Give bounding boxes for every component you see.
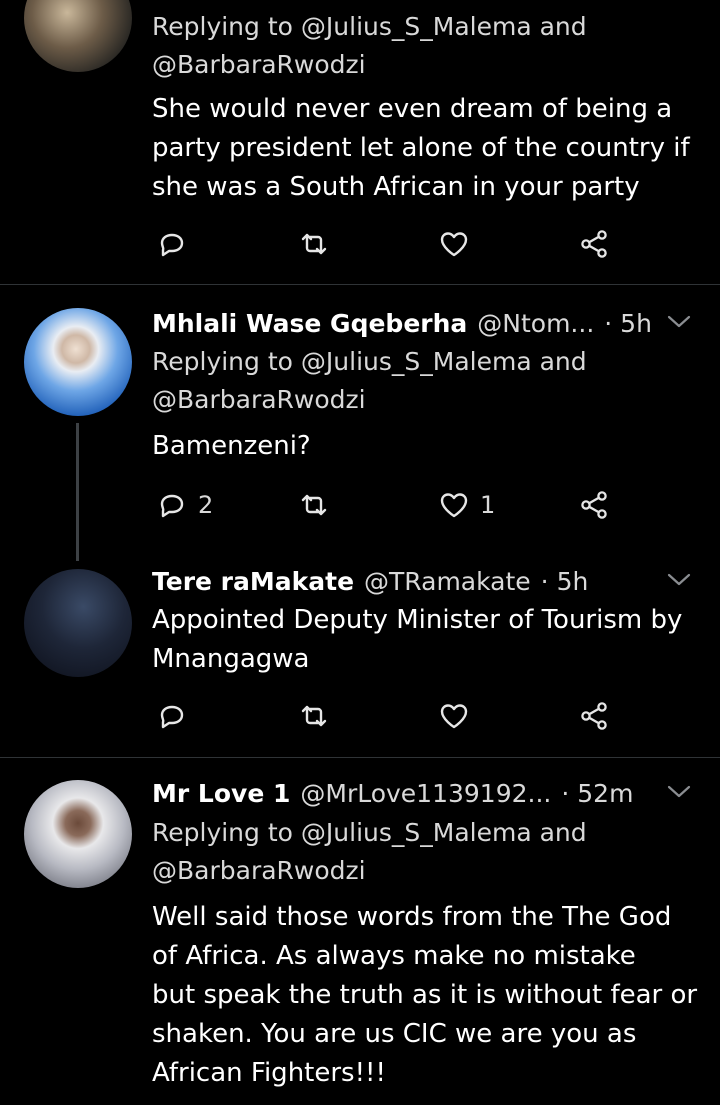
like-button[interactable] bbox=[438, 696, 480, 736]
tweet[interactable]: Mr Love 1 @MrLove1139192... · 52m Replyi… bbox=[0, 758, 720, 1105]
retweet-button[interactable] bbox=[298, 485, 330, 525]
share-button[interactable] bbox=[578, 224, 610, 264]
retweet-icon bbox=[298, 489, 330, 521]
heart-icon bbox=[438, 228, 470, 260]
retweet-button[interactable] bbox=[298, 224, 330, 264]
tweet[interactable]: Replying to @Julius_S_Malema and @Barbar… bbox=[0, 0, 720, 284]
share-icon bbox=[578, 489, 610, 521]
like-button[interactable] bbox=[438, 224, 480, 264]
retweet-icon bbox=[298, 700, 330, 732]
reply-icon bbox=[156, 489, 188, 521]
mention-link[interactable]: @BarbaraRwodzi bbox=[152, 385, 366, 414]
retweet-icon bbox=[298, 228, 330, 260]
tweet-actions bbox=[152, 696, 622, 736]
timestamp[interactable]: · 52m bbox=[561, 779, 633, 808]
timestamp[interactable]: · 5h bbox=[541, 567, 589, 596]
avatar[interactable] bbox=[24, 0, 132, 72]
display-name[interactable]: Mhlali Wase Gqeberha bbox=[152, 309, 467, 338]
avatar[interactable] bbox=[24, 308, 132, 416]
reply-count: 2 bbox=[198, 491, 214, 519]
mention-link[interactable]: @Julius_S_Malema bbox=[301, 12, 532, 41]
display-name[interactable]: Tere raMakate bbox=[152, 567, 354, 596]
mention-link[interactable]: @BarbaraRwodzi bbox=[152, 856, 366, 885]
chevron-down-icon[interactable] bbox=[666, 569, 692, 589]
replying-to: Replying to @Julius_S_Malema and @Barbar… bbox=[152, 347, 587, 414]
avatar[interactable] bbox=[24, 780, 132, 888]
reply-icon bbox=[156, 228, 188, 260]
like-count: 1 bbox=[480, 491, 496, 519]
display-name[interactable]: Mr Love 1 bbox=[152, 779, 290, 808]
tweet-text: Appointed Deputy Minister of Tourism by … bbox=[152, 605, 683, 674]
replying-to: Replying to @Julius_S_Malema and @Barbar… bbox=[152, 818, 587, 885]
tweet-header: Tere raMakate @TRamakate · 5h bbox=[152, 561, 700, 601]
user-handle[interactable]: @Ntom... bbox=[477, 309, 594, 338]
tweet-text: Bamenzeni? bbox=[152, 431, 311, 461]
mention-link[interactable]: @Julius_S_Malema bbox=[301, 818, 532, 847]
retweet-button[interactable] bbox=[298, 696, 330, 736]
user-handle[interactable]: @MrLove1139192... bbox=[300, 779, 551, 808]
reply-button[interactable]: 2 bbox=[156, 485, 213, 525]
mention-link[interactable]: @BarbaraRwodzi bbox=[152, 50, 366, 79]
tweet-header: Mr Love 1 @MrLove1139192... · 52m bbox=[152, 773, 700, 813]
mention-link[interactable]: @Julius_S_Malema bbox=[301, 347, 532, 376]
reply-button[interactable] bbox=[156, 696, 198, 736]
tweet-header: Mhlali Wase Gqeberha @Ntom... · 5h bbox=[152, 303, 700, 343]
tweet-text: She would never even dream of being a pa… bbox=[152, 94, 690, 202]
tweet[interactable]: Mhlali Wase Gqeberha @Ntom... · 5h Reply… bbox=[0, 285, 720, 561]
reply-button[interactable] bbox=[156, 224, 198, 264]
thread-line bbox=[76, 423, 79, 561]
share-icon bbox=[578, 228, 610, 260]
reply-icon bbox=[156, 700, 188, 732]
chevron-down-icon[interactable] bbox=[666, 781, 692, 801]
share-button[interactable] bbox=[578, 696, 610, 736]
replying-to: Replying to @Julius_S_Malema and @Barbar… bbox=[152, 12, 587, 79]
tweet-actions bbox=[152, 224, 622, 264]
share-button[interactable] bbox=[578, 485, 610, 525]
share-icon bbox=[578, 700, 610, 732]
heart-icon bbox=[438, 489, 470, 521]
tweet-actions: 2 1 bbox=[152, 485, 622, 525]
avatar[interactable] bbox=[24, 569, 132, 677]
heart-icon bbox=[438, 700, 470, 732]
chevron-down-icon[interactable] bbox=[666, 311, 692, 331]
timestamp[interactable]: · 5h bbox=[604, 309, 652, 338]
user-handle[interactable]: @TRamakate bbox=[364, 567, 531, 596]
tweet-text: Well said those words from the The God o… bbox=[152, 902, 698, 1088]
tweet[interactable]: Tere raMakate @TRamakate · 5h Appointed … bbox=[0, 547, 720, 757]
like-button[interactable]: 1 bbox=[438, 485, 495, 525]
